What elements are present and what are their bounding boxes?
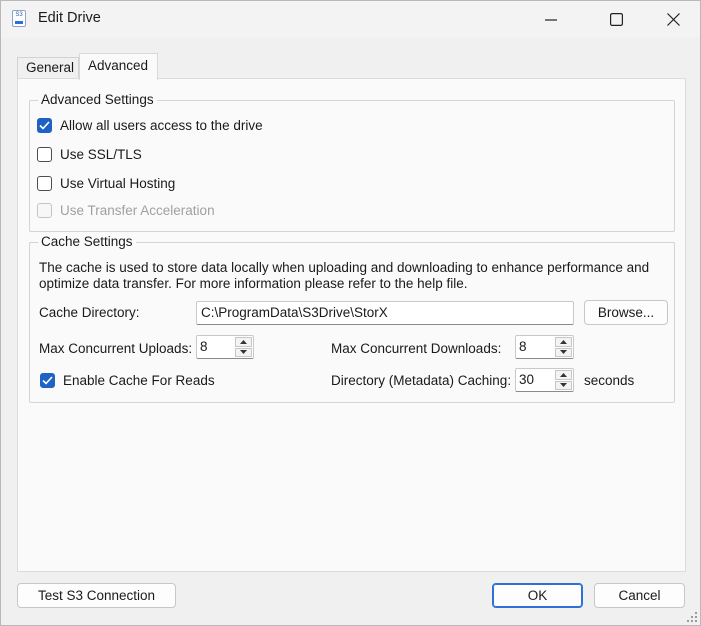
use-virtual-hosting-checkbox[interactable]: Use Virtual Hosting — [37, 176, 175, 191]
title-bar: S3 Edit Drive — [1, 1, 700, 38]
spin-down-icon[interactable] — [555, 380, 572, 390]
spin-up-icon[interactable] — [555, 370, 572, 380]
checkbox-disabled-icon — [37, 203, 52, 218]
cache-settings-title: Cache Settings — [38, 234, 136, 249]
max-downloads-stepper[interactable]: 8 — [515, 335, 574, 359]
spin-up-icon[interactable] — [555, 337, 572, 347]
metadata-caching-unit: seconds — [584, 373, 635, 388]
use-virtual-hosting-label: Use Virtual Hosting — [60, 176, 176, 191]
spin-up-icon[interactable] — [235, 337, 252, 347]
max-uploads-label: Max Concurrent Uploads: — [39, 341, 193, 356]
ok-button[interactable]: OK — [492, 583, 583, 608]
max-uploads-value: 8 — [200, 339, 208, 354]
allow-all-users-checkbox[interactable]: Allow all users access to the drive — [37, 118, 263, 133]
metadata-caching-label: Directory (Metadata) Caching: — [331, 373, 512, 388]
checkbox-checked-icon — [40, 373, 55, 388]
max-downloads-label: Max Concurrent Downloads: — [331, 341, 502, 356]
test-s3-connection-button[interactable]: Test S3 Connection — [17, 583, 176, 608]
minimize-icon — [545, 18, 557, 21]
advanced-tab-panel: Advanced Settings Allow all users access… — [17, 78, 686, 572]
cancel-button[interactable]: Cancel — [594, 583, 685, 608]
close-button[interactable] — [650, 1, 696, 38]
spin-down-icon[interactable] — [235, 347, 252, 357]
spin-down-icon[interactable] — [555, 347, 572, 357]
maximize-button[interactable] — [593, 1, 639, 38]
advanced-settings-title: Advanced Settings — [38, 92, 157, 107]
use-transfer-acceleration-checkbox: Use Transfer Acceleration — [37, 203, 215, 218]
cache-directory-label: Cache Directory: — [39, 305, 140, 320]
advanced-settings-group: Advanced Settings Allow all users access… — [29, 92, 675, 232]
checkbox-unchecked-icon — [37, 176, 52, 191]
resize-grip-icon[interactable] — [687, 612, 697, 622]
app-icon: S3 — [12, 10, 26, 27]
minimize-button[interactable] — [528, 1, 574, 38]
metadata-caching-stepper[interactable]: 30 — [515, 368, 574, 392]
close-icon — [666, 13, 680, 26]
browse-button[interactable]: Browse... — [584, 300, 668, 325]
cache-directory-input[interactable]: C:\ProgramData\S3Drive\StorX — [196, 301, 574, 325]
tab-general[interactable]: General — [17, 57, 79, 79]
window-title: Edit Drive — [38, 10, 101, 26]
max-uploads-stepper[interactable]: 8 — [196, 335, 254, 359]
max-downloads-value: 8 — [519, 339, 527, 354]
tab-advanced[interactable]: Advanced — [79, 53, 158, 80]
metadata-caching-value: 30 — [519, 372, 535, 387]
edit-drive-dialog: S3 Edit Drive General Advanced Advanced … — [0, 0, 701, 626]
use-ssl-tls-label: Use SSL/TLS — [60, 147, 142, 162]
allow-all-users-label: Allow all users access to the drive — [60, 118, 263, 133]
checkbox-checked-icon — [37, 118, 52, 133]
enable-cache-reads-checkbox[interactable]: Enable Cache For Reads — [40, 373, 215, 388]
use-transfer-acceleration-label: Use Transfer Acceleration — [60, 203, 215, 218]
checkbox-unchecked-icon — [37, 147, 52, 162]
cache-description: The cache is used to store data locally … — [39, 260, 650, 291]
maximize-icon — [609, 13, 623, 26]
use-ssl-tls-checkbox[interactable]: Use SSL/TLS — [37, 147, 142, 162]
enable-cache-reads-label: Enable Cache For Reads — [63, 373, 215, 388]
